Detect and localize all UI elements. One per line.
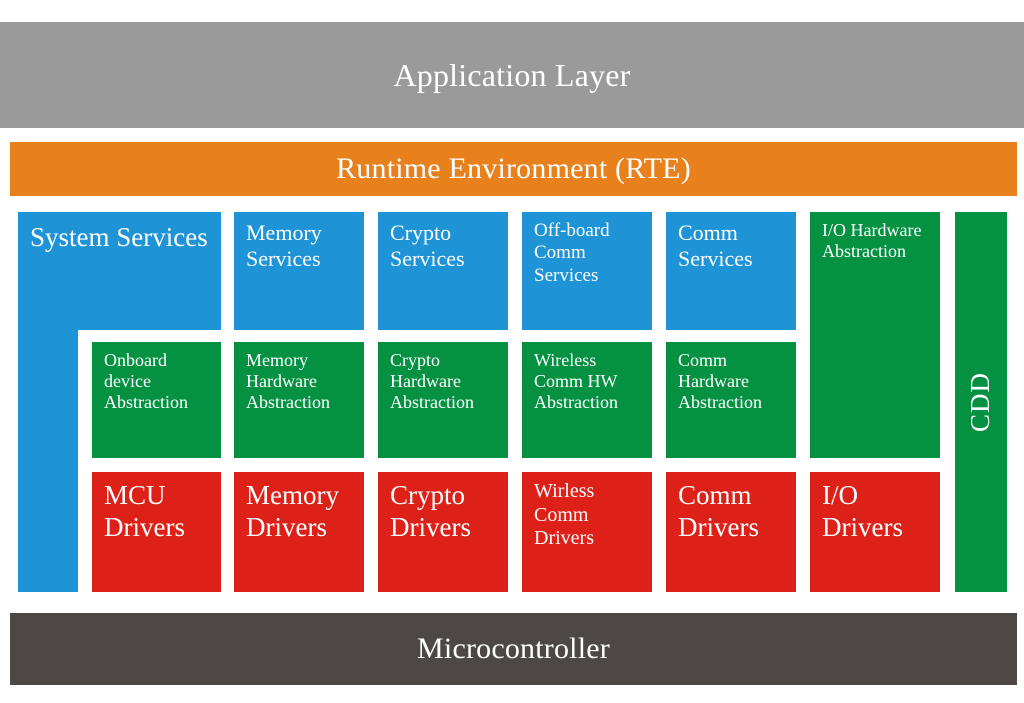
microcontroller-layer-band: Microcontroller bbox=[10, 613, 1017, 685]
block-comm-drivers: Comm Drivers bbox=[666, 472, 796, 592]
block-crypto-services: Crypto Services bbox=[378, 212, 508, 330]
block-onboard-device-abstraction: Onboard device Abstraction bbox=[92, 342, 221, 458]
block-mcu-drivers-label: MCU Drivers bbox=[104, 480, 185, 542]
block-memory-drivers: Memory Drivers bbox=[234, 472, 364, 592]
block-wirless-comm-drivers-label: Wirless Comm Drivers bbox=[534, 480, 595, 550]
rte-layer-band: Runtime Environment (RTE) bbox=[10, 142, 1017, 196]
block-wireless-comm-hw-abstraction-label: Wireless Comm HW Abstraction bbox=[534, 350, 618, 413]
block-wirless-comm-drivers: Wirless Comm Drivers bbox=[522, 472, 652, 592]
block-crypto-drivers: Crypto Drivers bbox=[378, 472, 508, 592]
block-cdd: CDD bbox=[955, 212, 1007, 592]
block-offboard-comm-services-label: Off-board Comm Services bbox=[534, 220, 610, 286]
block-io-drivers-label: I/O Drivers bbox=[822, 480, 903, 542]
block-crypto-drivers-label: Crypto Drivers bbox=[390, 480, 471, 542]
block-memory-drivers-label: Memory Drivers bbox=[246, 480, 339, 542]
microcontroller-layer-label: Microcontroller bbox=[417, 632, 610, 665]
application-layer-band: Application Layer bbox=[0, 22, 1024, 128]
block-memory-services-label: Memory Services bbox=[246, 220, 322, 271]
block-crypto-hardware-abstraction-label: Crypto Hardware Abstraction bbox=[390, 350, 474, 413]
application-layer-label: Application Layer bbox=[393, 56, 631, 93]
block-comm-hardware-abstraction-label: Comm Hardware Abstraction bbox=[678, 350, 762, 413]
autosar-architecture-diagram: Application Layer Runtime Environment (R… bbox=[0, 0, 1024, 703]
block-io-drivers: I/O Drivers bbox=[810, 472, 940, 592]
block-system-services-label: System Services bbox=[30, 222, 208, 252]
block-system-services-leg bbox=[18, 326, 78, 592]
block-io-hardware-abstraction: I/O Hardware Abstraction bbox=[810, 212, 940, 458]
block-memory-services: Memory Services bbox=[234, 212, 364, 330]
block-crypto-services-label: Crypto Services bbox=[390, 220, 465, 271]
block-wireless-comm-hw-abstraction: Wireless Comm HW Abstraction bbox=[522, 342, 652, 458]
block-crypto-hardware-abstraction: Crypto Hardware Abstraction bbox=[378, 342, 508, 458]
rte-layer-label: Runtime Environment (RTE) bbox=[336, 152, 691, 185]
block-comm-services-label: Comm Services bbox=[678, 220, 753, 271]
block-io-hardware-abstraction-label: I/O Hardware Abstraction bbox=[822, 220, 922, 262]
block-memory-hardware-abstraction: Memory Hardware Abstraction bbox=[234, 342, 364, 458]
block-comm-drivers-label: Comm Drivers bbox=[678, 480, 759, 542]
block-comm-hardware-abstraction: Comm Hardware Abstraction bbox=[666, 342, 796, 458]
block-memory-hardware-abstraction-label: Memory Hardware Abstraction bbox=[246, 350, 330, 413]
block-offboard-comm-services: Off-board Comm Services bbox=[522, 212, 652, 330]
block-cdd-label: CDD bbox=[965, 371, 996, 433]
block-onboard-device-abstraction-label: Onboard device Abstraction bbox=[104, 350, 188, 413]
block-mcu-drivers: MCU Drivers bbox=[92, 472, 221, 592]
block-system-services: System Services bbox=[18, 212, 221, 330]
block-comm-services: Comm Services bbox=[666, 212, 796, 330]
